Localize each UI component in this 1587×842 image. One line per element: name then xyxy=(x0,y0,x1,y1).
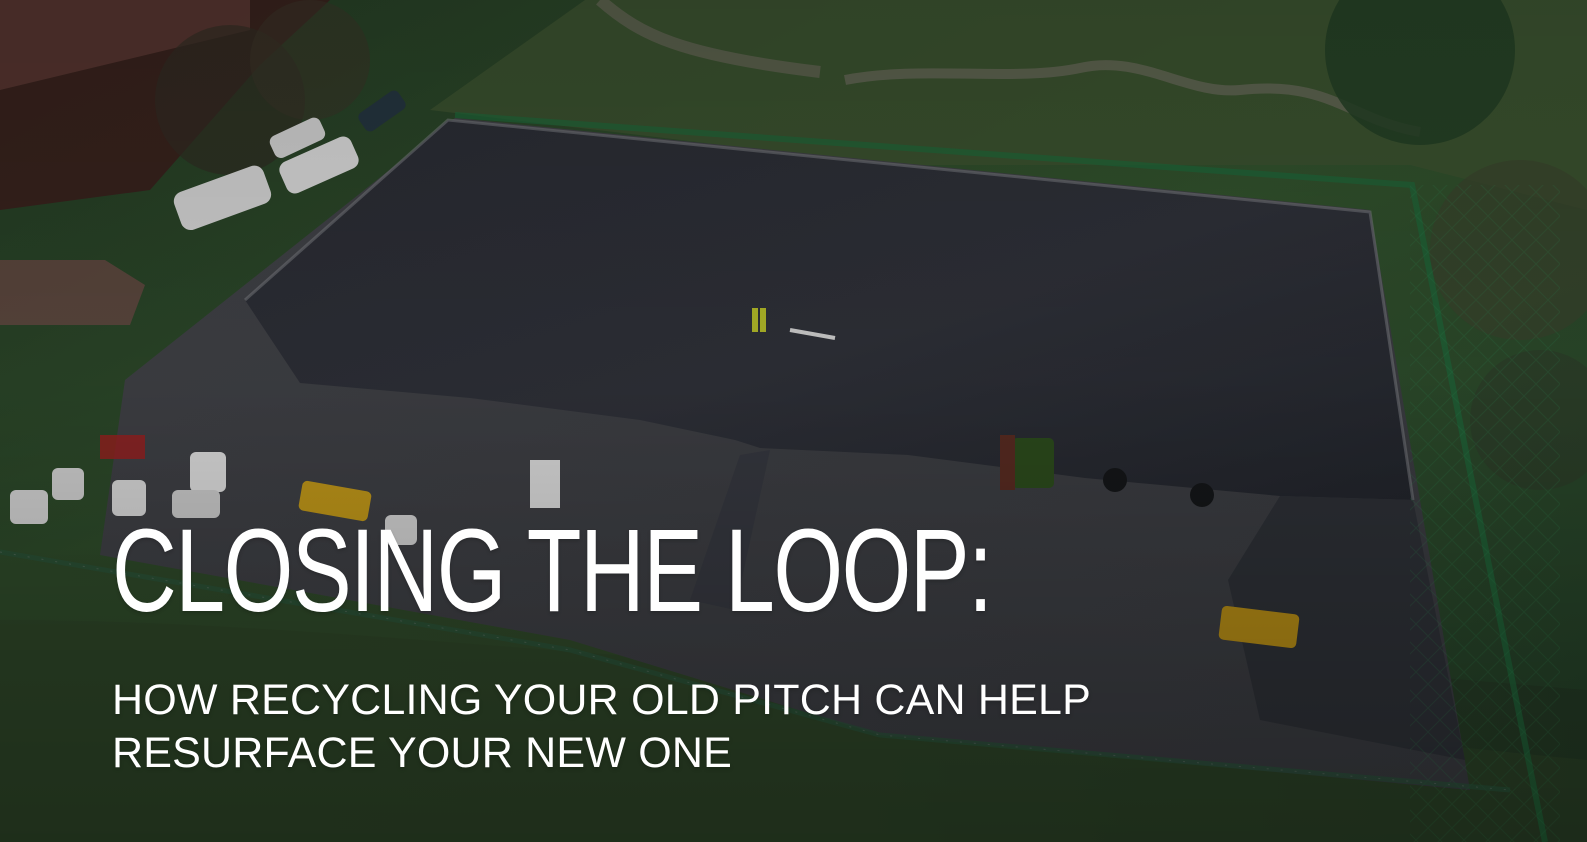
subtitle-line-1: HOW RECYCLING YOUR OLD PITCH CAN HELP xyxy=(112,676,1092,724)
hero-banner: CLOSING THE LOOP: HOW RECYCLING YOUR OLD… xyxy=(0,0,1587,842)
subtitle: HOW RECYCLING YOUR OLD PITCH CAN HELP RE… xyxy=(112,674,1091,780)
subtitle-line-2: RESURFACE YOUR NEW ONE xyxy=(112,729,733,777)
headline-block: CLOSING THE LOOP: HOW RECYCLING YOUR OLD… xyxy=(112,505,1312,777)
main-title: CLOSING THE LOOP: xyxy=(112,505,993,637)
